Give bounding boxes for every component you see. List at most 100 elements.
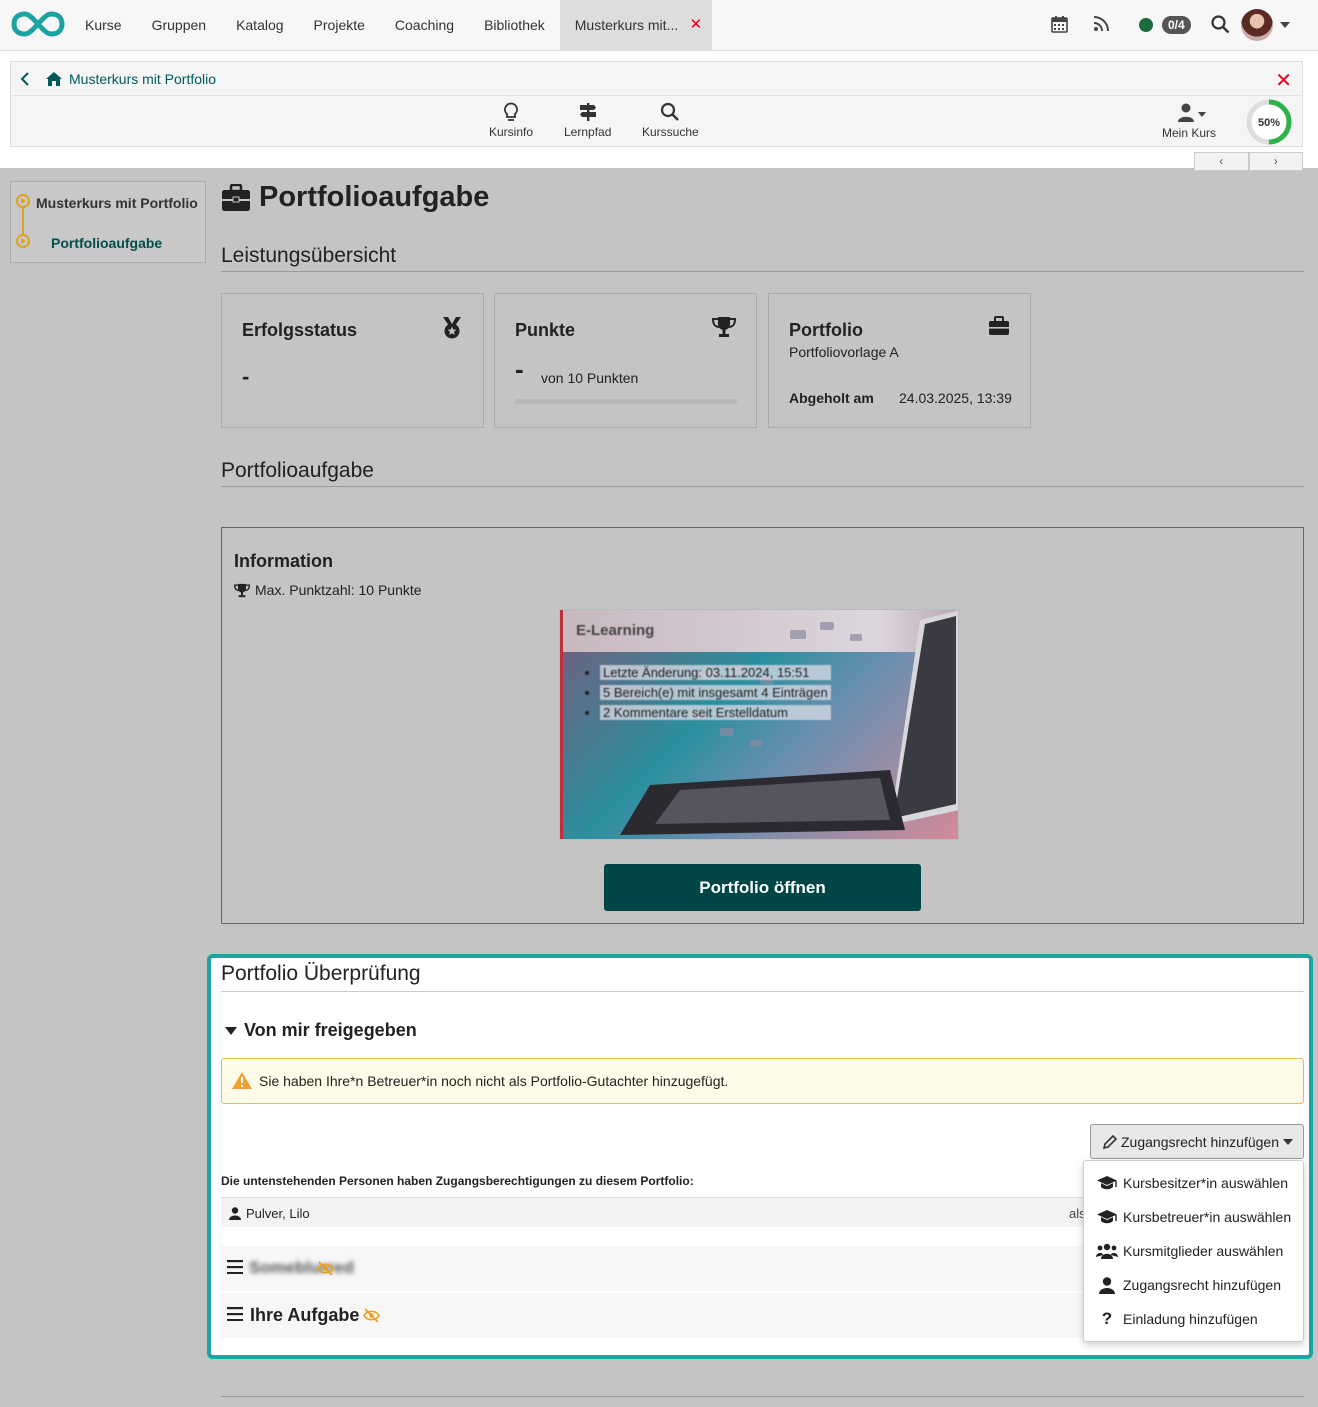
information-box: Information Max. Punktzahl: 10 Punkte E-… bbox=[221, 527, 1304, 924]
card-title: Punkte bbox=[515, 320, 576, 340]
node-status-icon bbox=[16, 194, 30, 208]
card-erfolgsstatus: Erfolgsstatus - bbox=[221, 293, 484, 428]
points-progress-bar bbox=[515, 399, 737, 404]
briefcase-icon bbox=[989, 316, 1009, 335]
hamburger-icon[interactable] bbox=[227, 1307, 243, 1321]
page-title: Portfolioaufgabe bbox=[221, 181, 489, 214]
tool-lernpfad[interactable]: Lernpfad bbox=[564, 102, 611, 139]
briefcase-icon bbox=[222, 183, 250, 211]
nav-projekte[interactable]: Projekte bbox=[299, 0, 380, 50]
search-icon[interactable] bbox=[1211, 15, 1230, 34]
preview-stats-list: Letzte Änderung: 03.11.2024, 15:51 5 Ber… bbox=[600, 665, 831, 725]
notification-count-badge[interactable]: 0/4 bbox=[1162, 16, 1191, 34]
user-avatar[interactable] bbox=[1241, 9, 1273, 41]
nav-bibliothek[interactable]: Bibliothek bbox=[469, 0, 560, 50]
question-icon: ? bbox=[1101, 1309, 1113, 1328]
user-icon bbox=[229, 1207, 241, 1220]
close-course-icon[interactable]: ✕ bbox=[1275, 68, 1292, 93]
portfolio-template: Portfoliovorlage A bbox=[789, 344, 899, 360]
node-status-icon bbox=[16, 234, 30, 248]
previous-node-button[interactable]: ‹ bbox=[1194, 152, 1249, 171]
home-icon[interactable] bbox=[45, 71, 63, 87]
status-value: - bbox=[242, 364, 250, 389]
dropdown-item-course-coach[interactable]: Kursbetreuer*in auswählen bbox=[1096, 1205, 1291, 1229]
chevron-down-icon[interactable] bbox=[1280, 22, 1290, 28]
section-title-overview: Leistungsübersicht bbox=[221, 244, 397, 267]
dropdown-item-label: Einladung hinzufügen bbox=[1123, 1311, 1258, 1327]
add-access-dropdown-button[interactable]: Zugangsrecht hinzufügen bbox=[1090, 1124, 1304, 1159]
tool-kursinfo[interactable]: Kursinfo bbox=[489, 102, 533, 139]
graduation-cap-icon bbox=[1097, 1210, 1117, 1224]
permissions-label: Die untenstehenden Personen haben Zugang… bbox=[221, 1174, 694, 1188]
back-chevron-icon[interactable] bbox=[19, 70, 33, 88]
hamburger-icon[interactable] bbox=[227, 1260, 243, 1274]
course-menu-tree: Musterkurs mit Portfolio Portfolioaufgab… bbox=[10, 181, 206, 263]
next-node-button[interactable]: › bbox=[1248, 152, 1303, 171]
close-tab-icon[interactable]: ✕ bbox=[690, 0, 703, 50]
logo-infinity-icon[interactable] bbox=[11, 9, 65, 39]
dropdown-item-label: Zugangsrecht hinzufügen bbox=[1123, 1277, 1281, 1293]
course-pager: ‹ › bbox=[1194, 152, 1303, 171]
card-punkte: Punkte - von 10 Punkten bbox=[494, 293, 757, 428]
course-progress-ring[interactable]: 50% bbox=[1245, 98, 1293, 146]
calendar-icon[interactable] bbox=[1051, 15, 1068, 33]
course-breadcrumb-bar: Musterkurs mit Portfolio ✕ bbox=[11, 62, 1302, 96]
warning-alert: Sie haben Ihre*n Betreuer*in noch nicht … bbox=[221, 1058, 1304, 1104]
online-status-dot[interactable] bbox=[1139, 18, 1153, 32]
graduation-cap-icon bbox=[1097, 1176, 1117, 1190]
nav-katalog[interactable]: Katalog bbox=[221, 0, 298, 50]
section-title-task: Portfolioaufgabe bbox=[221, 459, 374, 482]
user-icon bbox=[1178, 103, 1207, 122]
person-name: Pulver, Lilo bbox=[246, 1206, 310, 1221]
trophy-icon bbox=[234, 583, 250, 597]
dropdown-item-course-members[interactable]: Kursmitglieder auswählen bbox=[1096, 1239, 1283, 1263]
laptop-image bbox=[560, 610, 958, 839]
search-icon bbox=[661, 102, 680, 121]
course-title-link[interactable]: Musterkurs mit Portfolio bbox=[69, 71, 216, 87]
nav-kurse[interactable]: Kurse bbox=[70, 0, 137, 50]
medal-icon bbox=[443, 317, 461, 339]
information-title: Information bbox=[234, 551, 333, 571]
tool-kurssuche[interactable]: Kurssuche bbox=[642, 102, 699, 139]
menu-item-portfolioaufgabe[interactable]: Portfolioaufgabe bbox=[51, 235, 162, 251]
rss-feed-icon[interactable] bbox=[1093, 15, 1110, 32]
user-icon bbox=[1099, 1276, 1115, 1294]
max-points-line: Max. Punktzahl: 10 Punkte bbox=[234, 582, 422, 598]
top-navigation: Kurse Gruppen Katalog Projekte Coaching … bbox=[0, 0, 1318, 51]
main-menu: Kurse Gruppen Katalog Projekte Coaching … bbox=[70, 0, 713, 50]
mein-kurs-menu[interactable]: Mein Kurs bbox=[1162, 103, 1216, 140]
shared-by-me-toggle[interactable]: Von mir freigegeben bbox=[225, 1020, 417, 1041]
preview-title: E-Learning bbox=[576, 622, 655, 639]
points-value: - bbox=[515, 354, 524, 384]
fetched-value: 24.03.2025, 13:39 bbox=[899, 390, 1012, 406]
pencil-icon bbox=[1103, 1134, 1117, 1149]
nav-active-course-tab[interactable]: Musterkurs mit... ✕ bbox=[559, 0, 713, 50]
person-entry: Pulver, Lilo bbox=[229, 1206, 310, 1221]
dropdown-item-label: Kursmitglieder auswählen bbox=[1123, 1243, 1284, 1259]
divider bbox=[221, 1396, 1304, 1397]
dropdown-item-label: Kursbetreuer*in auswählen bbox=[1123, 1209, 1292, 1225]
section-title-blurred: Someblurred bbox=[249, 1258, 354, 1277]
users-icon bbox=[1096, 1243, 1118, 1259]
open-portfolio-button[interactable]: Portfolio öffnen bbox=[604, 864, 921, 911]
active-tab-label: Musterkurs mit... bbox=[574, 17, 679, 33]
dropdown-item-add-access[interactable]: Zugangsrecht hinzufügen bbox=[1096, 1273, 1281, 1297]
tool-lernpfad-label: Lernpfad bbox=[564, 125, 612, 139]
dropdown-item-course-owner[interactable]: Kursbesitzer*in auswählen bbox=[1096, 1171, 1288, 1195]
signpost-icon bbox=[579, 103, 596, 121]
review-title: Portfolio Überprüfung bbox=[221, 962, 421, 985]
card-title: Erfolgsstatus bbox=[242, 320, 358, 340]
menu-item-course-root[interactable]: Musterkurs mit Portfolio bbox=[36, 195, 198, 211]
mein-kurs-label: Mein Kurs bbox=[1162, 126, 1217, 140]
page-title-text: Portfolioaufgabe bbox=[259, 181, 490, 213]
tool-kurssuche-label: Kurssuche bbox=[642, 125, 699, 139]
add-access-label: Zugangsrecht hinzufügen bbox=[1121, 1133, 1279, 1150]
add-access-dropdown-menu: Kursbesitzer*in auswählen Kursbetreuer*i… bbox=[1083, 1160, 1304, 1342]
nav-coaching[interactable]: Coaching bbox=[380, 0, 469, 50]
trophy-icon bbox=[712, 317, 736, 337]
warning-text: Sie haben Ihre*n Betreuer*in noch nicht … bbox=[259, 1073, 729, 1089]
course-toolbar: Musterkurs mit Portfolio ✕ Kursinfo Lern… bbox=[10, 61, 1303, 147]
dropdown-item-invitation[interactable]: ? Einladung hinzufügen bbox=[1096, 1307, 1258, 1331]
divider bbox=[221, 991, 1304, 992]
nav-gruppen[interactable]: Gruppen bbox=[137, 0, 221, 50]
